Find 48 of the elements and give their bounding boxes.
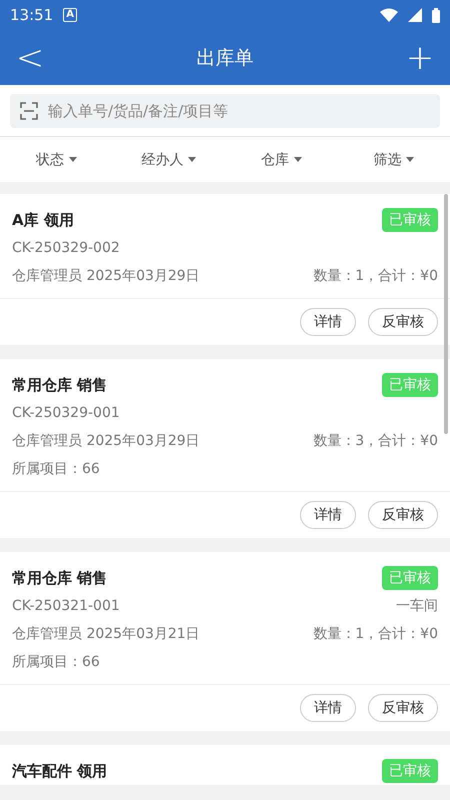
order-summary: 数量：3，合计：¥0	[313, 432, 438, 450]
order-card[interactable]: 常用仓库 销售 已审核 CK-250321-001 一车间 仓库管理员 2025年03月21日 数量：1，合计：¥0 所属项目：66 详情 反审核	[0, 552, 450, 731]
unapprove-button[interactable]: 反审核	[368, 694, 438, 722]
scan-icon	[20, 102, 38, 120]
status-badge: 已审核	[382, 759, 438, 783]
caret-icon	[188, 157, 196, 162]
back-button[interactable]: <	[10, 38, 50, 78]
order-number: CK-250329-001	[12, 405, 120, 421]
order-title: 常用仓库 销售	[12, 568, 108, 588]
status-time: 13:51	[10, 6, 54, 24]
caret-icon	[294, 157, 302, 162]
unapprove-button[interactable]: 反审核	[368, 308, 438, 336]
caret-icon	[68, 157, 77, 162]
handler-date: 仓库管理员 2025年03月21日	[12, 625, 200, 643]
order-summary: 数量：1，合计：¥0	[313, 267, 438, 285]
caret-icon	[406, 157, 414, 162]
order-card[interactable]: 汽车配件 领用 已审核	[0, 745, 450, 785]
filter-dropdown[interactable]: 状态	[0, 137, 112, 182]
order-number: CK-250321-001	[12, 598, 120, 614]
status-badge: 已审核	[382, 208, 438, 232]
details-button[interactable]: 详情	[300, 308, 356, 336]
details-button[interactable]: 详情	[300, 694, 356, 722]
search-field[interactable]: 输入单号/货品/备注/项目等	[10, 94, 440, 128]
order-title: 常用仓库 销售	[12, 376, 108, 394]
filter-dropdown[interactable]: 经办人	[112, 137, 225, 182]
add-button[interactable]: +	[400, 38, 440, 78]
order-title: 汽车配件 领用	[12, 762, 108, 780]
project-text: 所属项目：66	[12, 653, 100, 671]
order-title: A库 领用	[12, 210, 74, 230]
status-badge: 已审核	[382, 373, 438, 397]
battery-icon	[432, 8, 440, 22]
notification-icon: A	[63, 8, 77, 22]
signal-icon	[408, 8, 422, 22]
handler-date: 仓库管理员 2025年03月29日	[12, 267, 200, 285]
project-text: 所属项目：66	[12, 460, 100, 478]
order-number: CK-250329-002	[12, 240, 120, 256]
order-summary: 数量：1，合计：¥0	[313, 625, 438, 643]
details-button[interactable]: 详情	[300, 501, 356, 529]
department-text: 一车间	[396, 597, 438, 615]
order-card[interactable]: 常用仓库 销售 已审核 CK-250329-001 仓库管理员 2025年03月29日 数量：3，合计：¥0 所属项目：66 详情 反审核	[0, 359, 450, 538]
unapprove-button[interactable]: 反审核	[368, 501, 438, 529]
filter-dropdown[interactable]: 仓库	[225, 137, 338, 182]
wifi-icon	[380, 8, 398, 22]
filter-dropdown[interactable]: 筛选	[338, 137, 450, 182]
handler-date: 仓库管理员 2025年03月29日	[12, 432, 200, 450]
order-card[interactable]: A库 领用 已审核 CK-250329-002 仓库管理员 2025年03月29日 数量：1，合计：¥0 详情 反审核	[0, 194, 450, 345]
status-badge: 已审核	[382, 566, 438, 590]
page-title: 出库单	[196, 46, 254, 70]
